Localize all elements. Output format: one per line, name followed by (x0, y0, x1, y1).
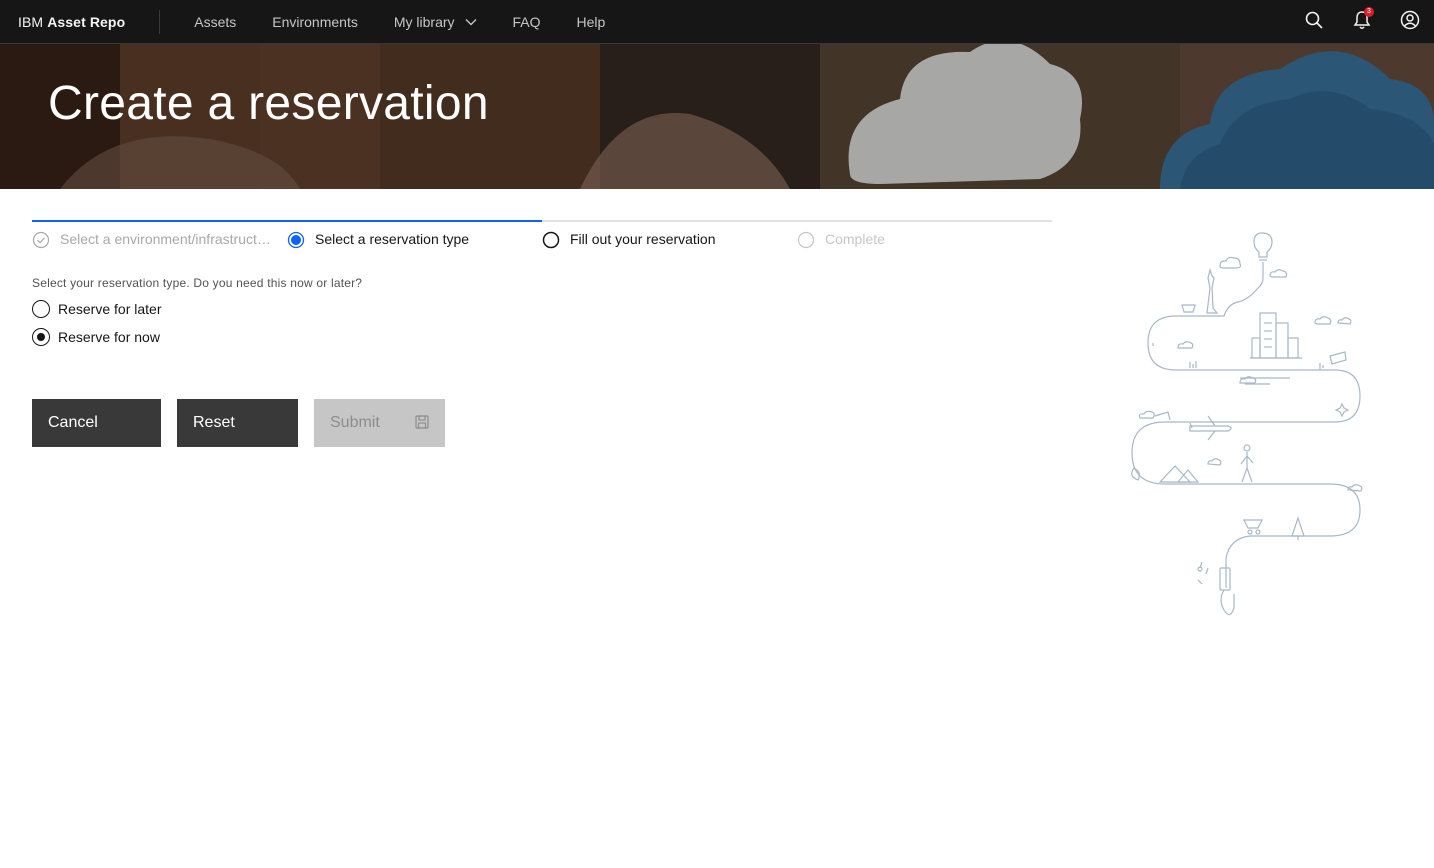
submit-button[interactable]: Submit (314, 399, 445, 447)
progress-step-bar (542, 220, 797, 222)
nav-item-assets[interactable]: Assets (176, 0, 254, 44)
header-divider (159, 9, 161, 34)
reset-button-label: Reset (193, 414, 235, 431)
submit-button-label: Submit (330, 414, 380, 431)
radio-button-unchecked[interactable] (32, 300, 50, 318)
progress-step-bar (32, 220, 287, 222)
cancel-button[interactable]: Cancel (32, 399, 161, 447)
progress-step-fill-out[interactable]: Fill out your reservation (542, 220, 797, 260)
page-banner: Create a reservation (0, 44, 1434, 189)
notification-badge: 3 (1364, 7, 1374, 17)
progress-step-bar (797, 220, 1052, 222)
progress-step-complete: Complete (797, 220, 1052, 260)
search-button[interactable] (1290, 0, 1338, 44)
radio-label: Reserve for now (58, 329, 160, 345)
brand-prefix: IBM (18, 13, 44, 30)
main-nav: Assets Environments My library FAQ Help (176, 0, 623, 44)
user-avatar-icon (1400, 10, 1420, 35)
header-actions: 3 (1290, 0, 1434, 44)
nav-item-my-library[interactable]: My library (376, 0, 495, 44)
nav-item-label: Environments (272, 13, 358, 30)
nav-item-label: My library (393, 13, 455, 30)
chevron-down-icon (465, 18, 477, 26)
nav-item-help[interactable]: Help (559, 0, 624, 44)
brand-logo[interactable]: IBM Asset Repo (0, 0, 159, 44)
top-navigation-bar: IBM Asset Repo Assets Environments My li… (0, 0, 1434, 44)
nav-item-label: Assets (194, 13, 237, 30)
nav-item-environments[interactable]: Environments (254, 0, 376, 44)
journey-illustration (1120, 228, 1370, 623)
search-icon (1305, 11, 1323, 34)
checkmark-outline-icon (32, 231, 50, 249)
progress-step-label: Select a environment/infrastructu... (60, 231, 275, 247)
progress-step-reservation-type[interactable]: Select a reservation type (287, 220, 542, 260)
notifications-button[interactable]: 3 (1338, 0, 1386, 44)
progress-step-label: Complete (825, 231, 885, 247)
nav-item-label: Help (576, 13, 606, 30)
radio-reserve-for-later[interactable]: Reserve for later (32, 300, 161, 318)
progress-step-label: Select a reservation type (315, 231, 470, 247)
incomplete-step-icon (542, 231, 560, 249)
brand-name: Asset Repo (47, 13, 126, 30)
radio-button-checked[interactable] (32, 328, 50, 346)
save-icon (415, 415, 429, 434)
progress-indicator: Select a environment/infrastructu... Sel… (32, 220, 1052, 260)
reservation-type-question: Select your reservation type. Do you nee… (32, 276, 363, 290)
cancel-button-label: Cancel (48, 414, 98, 431)
disabled-step-icon (797, 231, 815, 249)
nav-item-label: FAQ (512, 13, 541, 30)
radio-label: Reserve for later (58, 301, 162, 317)
radio-reserve-for-now[interactable]: Reserve for now (32, 328, 160, 346)
nav-item-faq[interactable]: FAQ (495, 0, 559, 44)
page-title: Create a reservation (48, 77, 489, 130)
reset-button[interactable]: Reset (177, 399, 298, 447)
progress-step-bar (287, 220, 542, 222)
user-profile-button[interactable] (1386, 0, 1434, 44)
current-step-icon (287, 231, 305, 249)
progress-step-label: Fill out your reservation (570, 231, 716, 247)
progress-step-environment[interactable]: Select a environment/infrastructu... (32, 220, 287, 260)
